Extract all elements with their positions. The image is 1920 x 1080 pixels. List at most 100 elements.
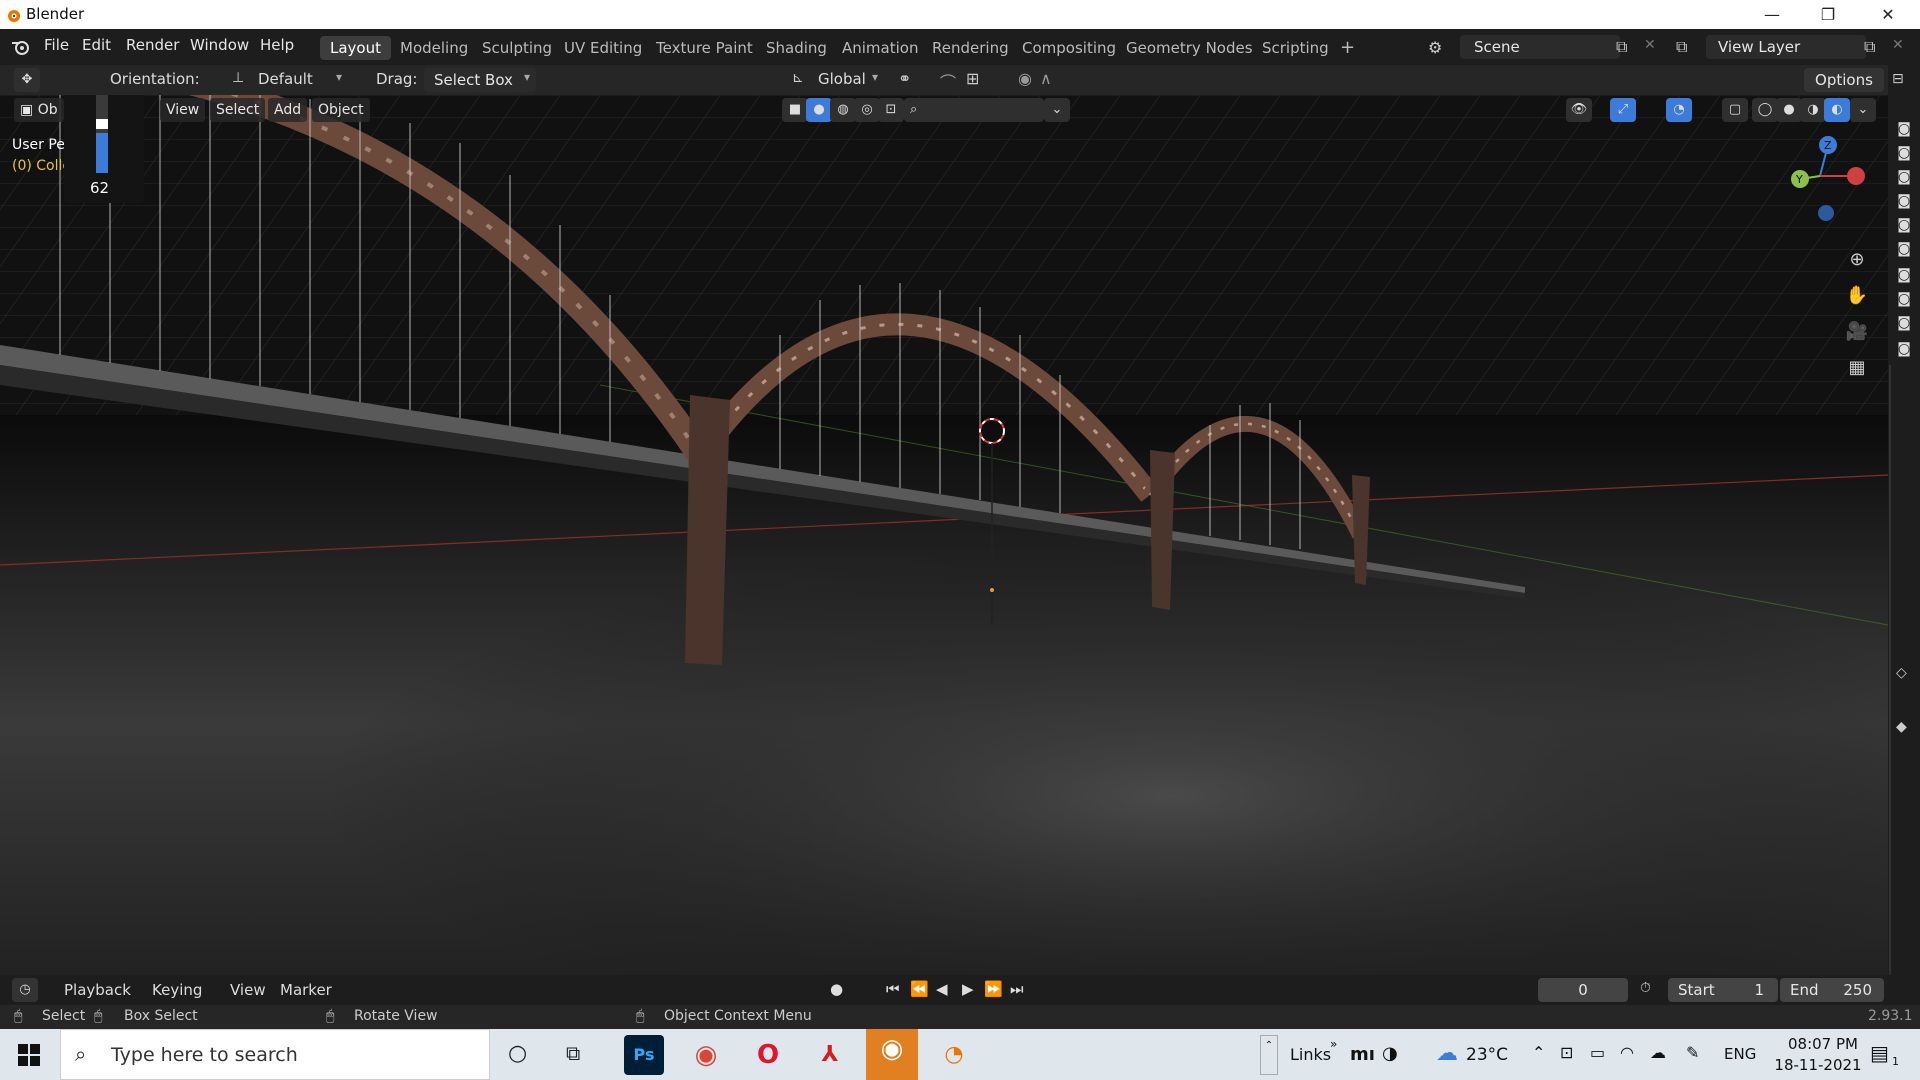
tab-uv-editing[interactable]: UV Editing <box>554 36 652 60</box>
visibility-icon[interactable]: 👁 <box>1566 98 1592 122</box>
camera-toggle-icon[interactable]: ◙ <box>1892 241 1916 261</box>
perspective-grid-icon[interactable]: ▦ <box>1840 353 1874 383</box>
menu-help[interactable]: Help <box>260 36 294 54</box>
prev-keyframe-icon[interactable]: ⏪ <box>910 980 929 998</box>
battery-icon[interactable]: ▭ <box>1590 1043 1605 1062</box>
steam-icon[interactable]: ◑ <box>1382 1043 1398 1064</box>
camera-toggle-icon[interactable]: ◙ <box>1892 341 1916 361</box>
render-mode-material-icon[interactable]: ◍ <box>830 98 856 122</box>
viewport-search-icon[interactable]: ⌕ <box>904 98 1044 122</box>
properties-scrollbar[interactable] <box>1889 365 1919 1015</box>
tab-geometry-nodes[interactable]: Geometry Nodes <box>1116 36 1263 60</box>
play-reverse-icon[interactable]: ◀ <box>936 980 948 998</box>
camera-toggle-icon[interactable]: ◙ <box>1892 145 1916 165</box>
jump-start-icon[interactable]: ⏮ <box>886 980 900 998</box>
scroll-arrows-icon[interactable]: ⌃ <box>1260 1035 1278 1075</box>
menu-window[interactable]: Window <box>190 36 249 54</box>
tab-shading[interactable]: Shading <box>756 36 837 60</box>
language-indicator[interactable]: ENG <box>1724 1045 1756 1063</box>
mi-icon[interactable]: mı <box>1350 1044 1375 1065</box>
render-mode-solid-icon[interactable]: ■ <box>782 98 808 122</box>
menu-select[interactable]: Select <box>210 98 266 122</box>
timeline-editor-icon[interactable]: ◷ <box>12 978 38 1002</box>
clock-time[interactable]: 08:07 PM <box>1778 1035 1868 1053</box>
render-settings-icon[interactable]: ⊡ <box>878 98 904 122</box>
menu-marker[interactable]: Marker <box>280 981 332 999</box>
delete-view-layer-icon[interactable]: ✕ <box>1892 37 1904 53</box>
clock-date[interactable]: 18-11-2021 <box>1768 1056 1868 1074</box>
snap-target-icon[interactable]: ⊞ <box>966 69 979 88</box>
photoshop-icon[interactable]: Ps <box>624 1035 664 1075</box>
weather-icon[interactable]: ☁ <box>1436 1041 1458 1066</box>
navigation-gizmo[interactable]: Z Y <box>1770 131 1870 231</box>
menu-render[interactable]: Render <box>126 36 179 54</box>
new-view-layer-icon[interactable]: ⧉ <box>1864 37 1875 57</box>
keyframe-filled-icon[interactable]: ◆ <box>1896 719 1907 735</box>
maximize-button[interactable]: ❐ <box>1800 0 1856 29</box>
menu-object[interactable]: Object <box>312 98 370 122</box>
opera-icon[interactable]: O <box>748 1035 788 1075</box>
tab-texture-paint[interactable]: Texture Paint <box>646 36 763 60</box>
blender-menu-icon[interactable] <box>10 37 32 57</box>
taskbar-search-box[interactable]: ⌕ Type here to search <box>60 1029 490 1080</box>
play-icon[interactable]: ▶ <box>962 980 974 998</box>
camera-toggle-icon[interactable]: ◙ <box>1892 193 1916 213</box>
camera-toggle-icon[interactable]: ◙ <box>1892 315 1916 335</box>
task-view-icon[interactable]: ⧉ <box>566 1041 580 1065</box>
zoom-icon[interactable]: ⊕ <box>1840 245 1874 275</box>
menu-edit[interactable]: Edit <box>82 36 111 54</box>
close-button[interactable]: ✕ <box>1860 0 1916 29</box>
chevron-down-icon[interactable]: ⌄ <box>1044 98 1070 122</box>
windows-start-icon[interactable] <box>18 1044 40 1066</box>
tab-modeling[interactable]: Modeling <box>390 36 478 60</box>
device-icon[interactable]: ⊡ <box>1560 1043 1573 1062</box>
pen-icon[interactable]: ✎ <box>1686 1043 1699 1062</box>
menu-view[interactable]: View <box>160 98 206 122</box>
tab-compositing[interactable]: Compositing <box>1012 36 1126 60</box>
links-toolbar[interactable]: Links <box>1290 1045 1331 1064</box>
snap-icon[interactable]: ⌒ <box>940 69 956 93</box>
keyframe-diamond-icon[interactable]: ◇ <box>1896 665 1907 681</box>
camera-view-icon[interactable]: 🎥 <box>1840 317 1874 347</box>
wifi-icon[interactable]: ◠ <box>1620 1043 1634 1062</box>
editor-type-icon[interactable]: ⊟ <box>1892 71 1904 87</box>
render-mode-preview-icon[interactable]: ● <box>806 98 832 122</box>
tab-layout[interactable]: Layout <box>320 36 391 60</box>
chrome-icon[interactable]: ◉ <box>686 1035 726 1075</box>
minimize-button[interactable]: — <box>1744 0 1800 29</box>
menu-keying[interactable]: Keying <box>152 981 202 999</box>
scene-selector-icon[interactable]: ⚙ <box>1428 36 1458 60</box>
next-keyframe-icon[interactable]: ⏩ <box>984 980 1003 998</box>
chevron-down-icon[interactable]: ⌄ <box>1850 98 1876 122</box>
notification-icon[interactable]: ▤ <box>1870 1041 1889 1065</box>
transform-tool-icon[interactable]: ✥ <box>14 68 40 92</box>
transform-orientation-dropdown[interactable]: Global <box>818 70 866 88</box>
pivot-point-icon[interactable]: ⚭ <box>898 69 911 88</box>
overlay-toggle-icon[interactable]: ◔ <box>1666 98 1692 122</box>
object-mode-dropdown[interactable]: ▣ Ob <box>14 98 64 122</box>
tab-rendering[interactable]: Rendering <box>922 36 1019 60</box>
xray-toggle-icon[interactable]: ▢ <box>1722 98 1748 122</box>
camera-toggle-icon[interactable]: ◙ <box>1892 217 1916 237</box>
drag-dropdown[interactable]: Select Box <box>424 68 536 92</box>
acrobat-icon[interactable]: ⅄ <box>810 1035 850 1075</box>
options-dropdown[interactable]: Options <box>1804 68 1884 92</box>
add-workspace-icon[interactable]: + <box>1330 36 1365 60</box>
jump-end-icon[interactable]: ⏭ <box>1010 980 1024 998</box>
falloff-icon[interactable]: ∧ <box>1040 69 1052 88</box>
cortana-icon[interactable]: ○ <box>508 1041 527 1066</box>
gizmo-toggle-icon[interactable]: ⤢ <box>1610 98 1636 122</box>
orientation-dropdown[interactable]: Default <box>258 70 313 88</box>
blender-taskbar-icon[interactable]: ◔ <box>934 1035 974 1075</box>
current-frame-field[interactable]: 0 <box>1538 978 1628 1002</box>
tab-animation[interactable]: Animation <box>832 36 928 60</box>
menu-timeline-view[interactable]: View <box>230 981 266 999</box>
tab-scripting[interactable]: Scripting <box>1252 36 1339 60</box>
weather-temp[interactable]: 23°C <box>1466 1045 1508 1065</box>
shading-solid-icon[interactable]: ● <box>1776 98 1802 122</box>
menu-playback[interactable]: Playback <box>64 981 131 999</box>
chevron-up-icon[interactable]: ⌃ <box>1532 1043 1545 1062</box>
stopwatch-icon[interactable]: ⏱ <box>1640 980 1651 996</box>
camera-toggle-icon[interactable]: ◙ <box>1892 121 1916 141</box>
pan-hand-icon[interactable]: ✋ <box>1840 281 1874 311</box>
